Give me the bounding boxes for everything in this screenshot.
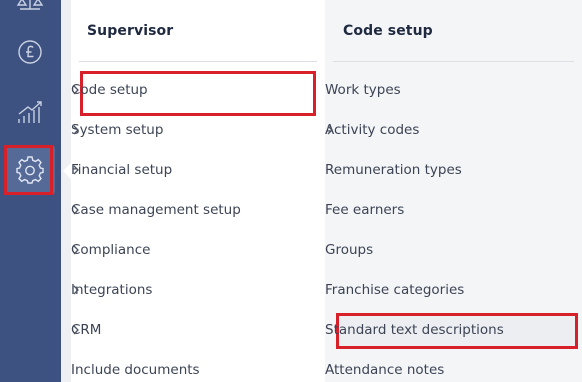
chevron-right-icon [71,285,81,295]
menu-item-crm[interactable]: CRM [71,310,101,350]
menu-item-compliance[interactable]: Compliance [71,230,150,270]
chevron-right-icon [71,85,81,95]
menu-item-financial-setup[interactable]: Financial setup [71,150,172,190]
menu-item-remuneration-types[interactable]: Remuneration types [325,150,462,190]
sidebar-item-finance[interactable] [5,27,55,77]
chevron-right-icon [71,165,81,175]
left-sidebar [0,0,61,382]
menu-item-label: Groups [325,242,374,258]
menu-item-fee-earners[interactable]: Fee earners [325,190,404,230]
code-setup-title: Code setup [343,23,433,39]
app-root: Supervisor Code setup Code setup System … [0,0,582,382]
bar-chart-icon [18,101,42,123]
menu-item-label: Standard text descriptions [325,322,504,338]
menu-item-label: Case management setup [71,202,241,218]
chevron-right-icon [71,205,81,215]
menu-item-integrations[interactable]: Integrations [71,270,152,310]
gear-icon [16,156,44,184]
menu-item-case-management-setup[interactable]: Case management setup [71,190,241,230]
menu-item-label: Work types [325,82,401,98]
menu-item-label: Activity codes [325,122,420,138]
menu-pointer [63,163,71,179]
divider [79,61,317,62]
menu-item-groups[interactable]: Groups [325,230,373,270]
chevron-right-icon [325,125,335,135]
menu-item-label: Integrations [71,282,153,298]
menu-item-attendance-notes[interactable]: Attendance notes [325,350,444,382]
menu-item-label: Compliance [71,242,151,258]
menu-item-label: Code setup [71,82,148,98]
pound-icon [18,40,42,64]
menu-item-code-setup[interactable]: Code setup [71,70,148,110]
menu-item-label: Franchise categories [325,282,465,298]
divider [333,61,574,62]
menu-item-label: Include documents [71,362,200,378]
menu-item-include-documents[interactable]: Include documents [71,350,200,382]
chevron-right-icon [71,125,81,135]
menu-item-label: System setup [71,122,164,138]
menu-item-label: Attendance notes [325,362,445,378]
chevron-right-icon [71,245,81,255]
sidebar-item-scale[interactable] [5,0,55,25]
scale-icon [16,0,44,10]
supervisor-title: Supervisor [87,23,174,39]
menu-item-work-types[interactable]: Work types [325,70,401,110]
menu-item-franchise-categories[interactable]: Franchise categories [325,270,464,310]
backdrop [61,0,71,382]
chevron-right-icon [71,325,81,335]
menu-item-activity-codes[interactable]: Activity codes [325,110,419,150]
menu-item-standard-text-descriptions[interactable]: Standard text descriptions [325,310,504,350]
menu-item-label: Remuneration types [325,162,462,178]
menu-item-label: Fee earners [325,202,405,218]
menu-item-system-setup[interactable]: System setup [71,110,163,150]
sidebar-item-reports[interactable] [5,87,55,137]
menu-item-label: Financial setup [71,162,173,178]
sidebar-item-settings[interactable] [5,145,55,195]
